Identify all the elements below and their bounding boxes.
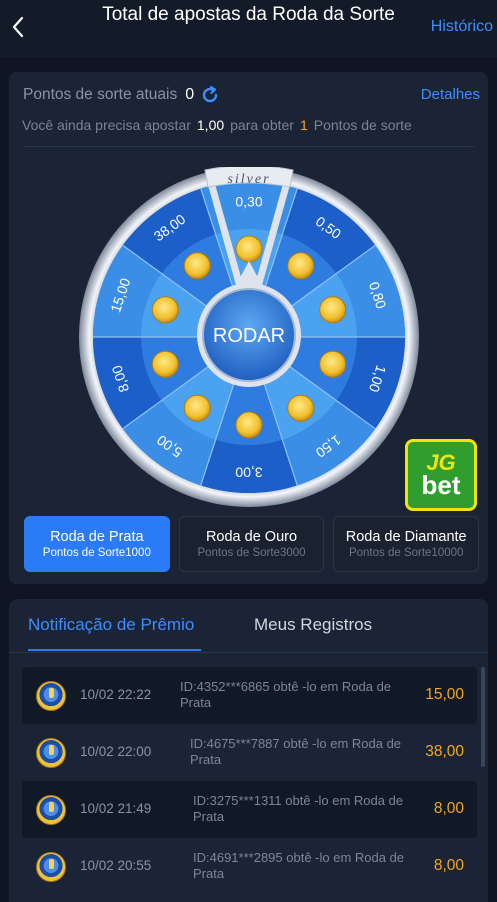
coin-icon: [183, 394, 211, 422]
tier-silver[interactable]: Roda de Prata Pontos de Sorte1000: [24, 516, 170, 572]
list-item: 10/02 21:49 ID:3275***1311 obtê -lo em R…: [22, 781, 477, 838]
chevron-left-icon: [12, 16, 24, 38]
wheel-coin-icon: [36, 681, 66, 711]
tier-name: Roda de Prata: [50, 529, 144, 545]
page-title: Total de apostas da Roda da Sorte: [102, 4, 395, 25]
history-link[interactable]: Histórico: [431, 18, 493, 36]
luck-points-label: Pontos de sorte atuais: [23, 86, 178, 103]
row-amount: 38,00: [425, 743, 464, 760]
row-text: ID:4352***6865 obtê -lo em Roda de Prata: [180, 679, 392, 710]
refresh-icon[interactable]: [200, 85, 220, 105]
logo-bottom-text: bet: [421, 470, 461, 500]
row-amount: 15,00: [425, 686, 464, 703]
requirement-prefix: Você ainda precisa apostar: [22, 117, 191, 133]
requirement-amount: 1,00: [196, 117, 225, 133]
tier-gold[interactable]: Roda de Ouro Pontos de Sorte3000: [178, 516, 325, 572]
jgbet-logo: JG bet: [405, 439, 477, 511]
coin-icon: [151, 350, 179, 378]
prize-list: 10/02 22:22 ID:4352***6865 obtê -lo em R…: [22, 667, 477, 895]
row-text: ID:3275***1311 obtê -lo em Roda de Prata: [193, 793, 404, 824]
tab-prize-notifications[interactable]: Notificação de Prêmio: [28, 615, 194, 635]
row-date: 10/02 21:49: [80, 801, 152, 816]
coin-icon: [287, 252, 315, 280]
wheel-coin-icon: [36, 795, 66, 825]
row-amount: 8,00: [433, 800, 464, 817]
tier-diamond[interactable]: Roda de Diamante Pontos de Sorte10000: [333, 516, 480, 572]
tab-my-records[interactable]: Meus Registros: [254, 615, 372, 635]
spin-button-label[interactable]: RODAR: [213, 325, 285, 347]
fortune-wheel: 0,300,500,801,001,503,005,008,0015,0038,…: [79, 167, 419, 507]
wheel-segment-label: 0,30: [235, 194, 262, 210]
scrollbar[interactable]: [481, 667, 485, 767]
requirement-middle: para obter: [230, 117, 294, 133]
records-tabs: Notificação de Prêmio Meus Registros: [9, 599, 488, 653]
row-text: ID:4691***2895 obtê -lo em Roda de Prata: [193, 850, 405, 881]
coin-icon: [151, 296, 179, 324]
wheel-coin-icon: [36, 852, 66, 882]
divider: [9, 652, 488, 653]
requirement-suffix: Pontos de sorte: [313, 117, 412, 133]
wheel-tier-tabs: Roda de Prata Pontos de Sorte1000 Roda d…: [24, 516, 480, 572]
tier-name: Roda de Ouro: [205, 529, 298, 545]
silver-banner-text: silver: [227, 172, 270, 187]
tier-points: Pontos de Sorte1000: [42, 547, 151, 559]
wheel-coin-icon: [36, 738, 66, 768]
list-item: 10/02 20:55 ID:4691***2895 obtê -lo em R…: [22, 838, 477, 895]
tier-points: Pontos de Sorte10000: [348, 547, 464, 559]
row-text: ID:4675***7887 obtê -lo em Roda de Prata: [190, 736, 402, 767]
coin-icon: [235, 411, 263, 439]
coin-icon: [319, 296, 347, 324]
luck-points-value: 0: [185, 86, 195, 103]
top-bar: Total de apostas da Roda da Sorte Histór…: [0, 0, 497, 57]
luck-points-row: Pontos de sorte atuais 0: [23, 85, 220, 105]
tier-name: Roda de Diamante: [345, 529, 467, 545]
requirement-points: 1: [299, 117, 308, 133]
records-card: Notificação de Prêmio Meus Registros 10/…: [9, 599, 488, 902]
coin-icon: [183, 252, 211, 280]
row-amount: 8,00: [433, 857, 464, 874]
divider: [23, 146, 474, 147]
wheel-segment-label: 3,00: [235, 464, 262, 480]
active-tab-indicator: [28, 649, 201, 651]
bet-requirement-text: Você ainda precisa apostar 1,00 para obter…: [22, 117, 412, 133]
row-date: 10/02 22:00: [80, 744, 152, 759]
back-button[interactable]: [8, 13, 28, 41]
row-date: 10/02 20:55: [80, 858, 152, 873]
details-link[interactable]: Detalhes: [421, 86, 480, 103]
list-item: 10/02 22:00 ID:4675***7887 obtê -lo em R…: [22, 724, 477, 781]
row-date: 10/02 22:22: [80, 687, 152, 702]
wheel-card: Pontos de sorte atuais 0 Detalhes Você a…: [9, 72, 488, 584]
coin-icon: [287, 394, 315, 422]
coin-icon: [235, 235, 263, 263]
coin-icon: [319, 350, 347, 378]
tier-points: Pontos de Sorte3000: [197, 547, 306, 559]
list-item: 10/02 22:22 ID:4352***6865 obtê -lo em R…: [22, 667, 477, 724]
